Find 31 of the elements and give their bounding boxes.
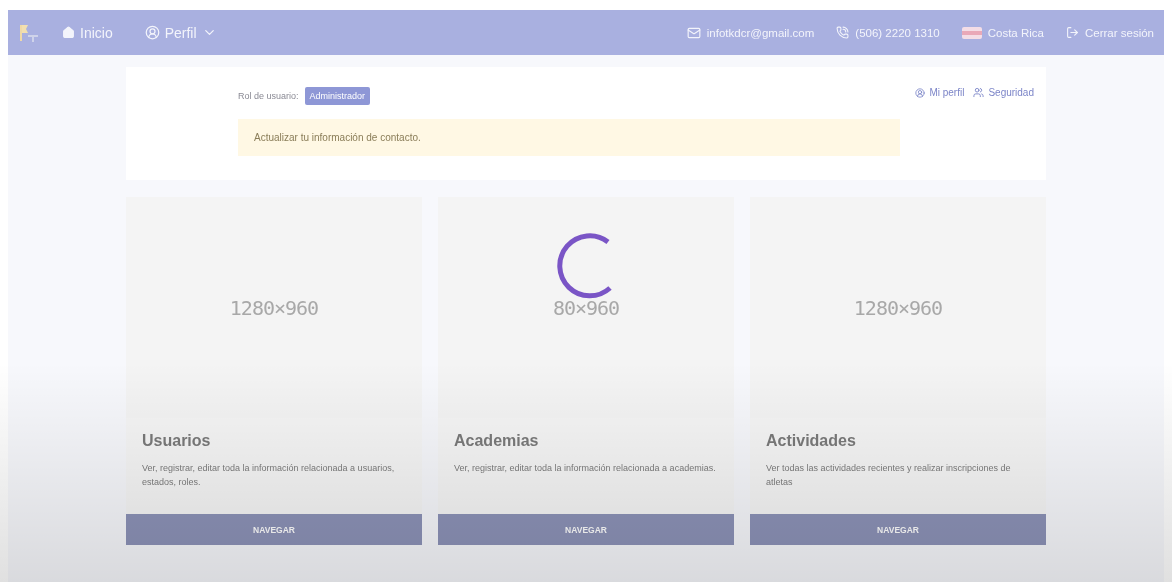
flag-icon xyxy=(961,26,982,39)
logout-link[interactable]: Cerrar sesión xyxy=(1065,26,1154,39)
contact-item: infotkdcr@gmail.com xyxy=(686,25,815,40)
role-label: Rol de usuario: xyxy=(238,91,299,101)
card-title: Actividades xyxy=(766,432,857,450)
users-icon xyxy=(973,87,985,98)
placeholder-size: 1280×960 xyxy=(229,295,319,320)
logout-icon xyxy=(1065,26,1079,39)
card-title: Usuarios xyxy=(142,432,212,450)
placeholder-size: 1280×960 xyxy=(853,295,943,320)
user-icon xyxy=(915,87,926,98)
card-description: Ver, registrar, editar toda la información relacionada a usuarios, estados, roles. xyxy=(142,462,396,489)
role-badge: Administrador xyxy=(304,87,371,105)
contact-item: Costa Rica xyxy=(961,26,1044,39)
profile-link[interactable]: Seguridad xyxy=(973,87,1034,98)
phone-icon xyxy=(836,26,850,39)
contact-alert: Actualizar tu información de contacto. xyxy=(238,119,900,156)
profile-link[interactable]: Mi perfil xyxy=(915,87,965,98)
card-description: Ver todas las actividades recientes y realizar inscripciones de atletas xyxy=(766,462,1012,489)
card-title: Academias xyxy=(454,432,540,450)
navigate-button[interactable]: NAVEGAR xyxy=(126,514,422,545)
nav-link[interactable]: Inicio xyxy=(50,18,125,47)
nav-link[interactable]: Perfil xyxy=(132,18,229,47)
user-icon xyxy=(144,25,160,40)
contact-item: (506) 2220 1310 xyxy=(836,26,940,39)
placeholder-size: 80×960 xyxy=(552,295,620,320)
navigate-button[interactable]: NAVEGAR xyxy=(750,514,1046,545)
home-icon xyxy=(62,26,75,39)
card-description: Ver, registrar, editar toda la información relacionada a academias. xyxy=(454,462,717,475)
mail-icon xyxy=(686,25,701,40)
navigate-button[interactable]: NAVEGAR xyxy=(438,514,734,545)
